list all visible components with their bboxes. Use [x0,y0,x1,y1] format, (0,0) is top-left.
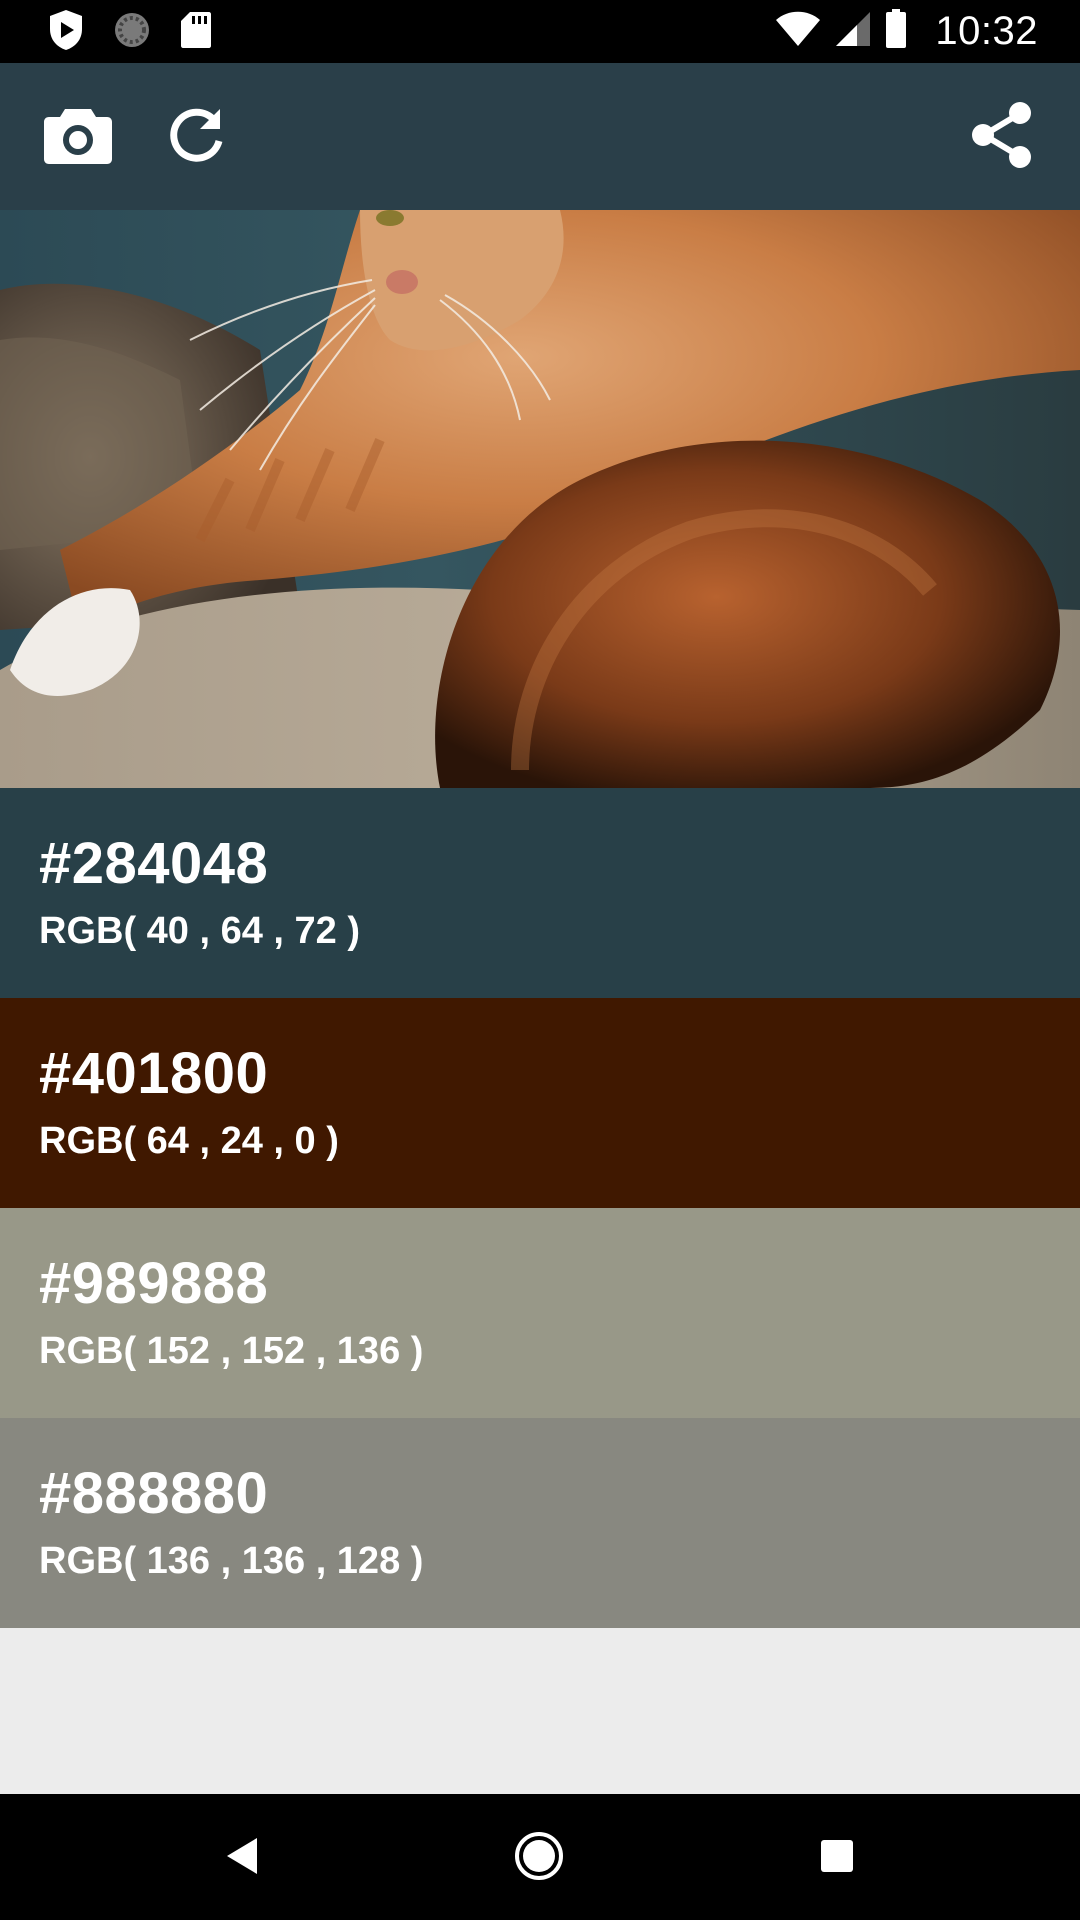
share-button[interactable] [962,101,1042,173]
loading-icon [112,10,152,55]
swatch-hex: #989888 [39,1251,269,1316]
recents-button[interactable] [801,1822,873,1894]
share-icon [971,101,1033,174]
battery-icon [885,8,907,54]
camera-button[interactable] [38,101,118,173]
swatch-hex: #888880 [39,1461,269,1526]
sd-card-icon [180,11,212,54]
swatch-rgb: RGB( 136 , 136 , 128 ) [39,1540,424,1582]
status-bar: 10:32 [0,0,1080,63]
color-swatch[interactable]: #401800 RGB( 64 , 24 , 0 ) [0,998,1080,1208]
swatch-rgb: RGB( 40 , 64 , 72 ) [39,910,361,952]
navigation-bar [0,1794,1080,1920]
home-icon [514,1831,564,1886]
swatch-hex: #284048 [39,831,269,896]
swatch-rgb: RGB( 152 , 152 , 136 ) [39,1330,424,1372]
home-button[interactable] [503,1822,575,1894]
camera-icon [43,105,113,170]
swatch-hex: #401800 [39,1041,269,1106]
empty-area [0,1628,1080,1794]
back-button[interactable] [206,1822,278,1894]
signal-icon [835,11,871,52]
toolbar [0,63,1080,210]
color-swatch[interactable]: #989888 RGB( 152 , 152 , 136 ) [0,1208,1080,1418]
swatch-rgb: RGB( 64 , 24 , 0 ) [39,1120,339,1162]
refresh-icon [166,105,226,170]
cat-photo [0,210,1080,788]
back-icon [224,1836,260,1881]
play-protect-icon [48,9,84,56]
recents-icon [819,1838,855,1879]
status-time: 10:32 [935,8,1038,53]
refresh-button[interactable] [156,101,236,173]
wifi-icon [775,11,821,52]
color-swatch[interactable]: #284048 RGB( 40 , 64 , 72 ) [0,788,1080,998]
color-swatch[interactable]: #888880 RGB( 136 , 136 , 128 ) [0,1418,1080,1628]
